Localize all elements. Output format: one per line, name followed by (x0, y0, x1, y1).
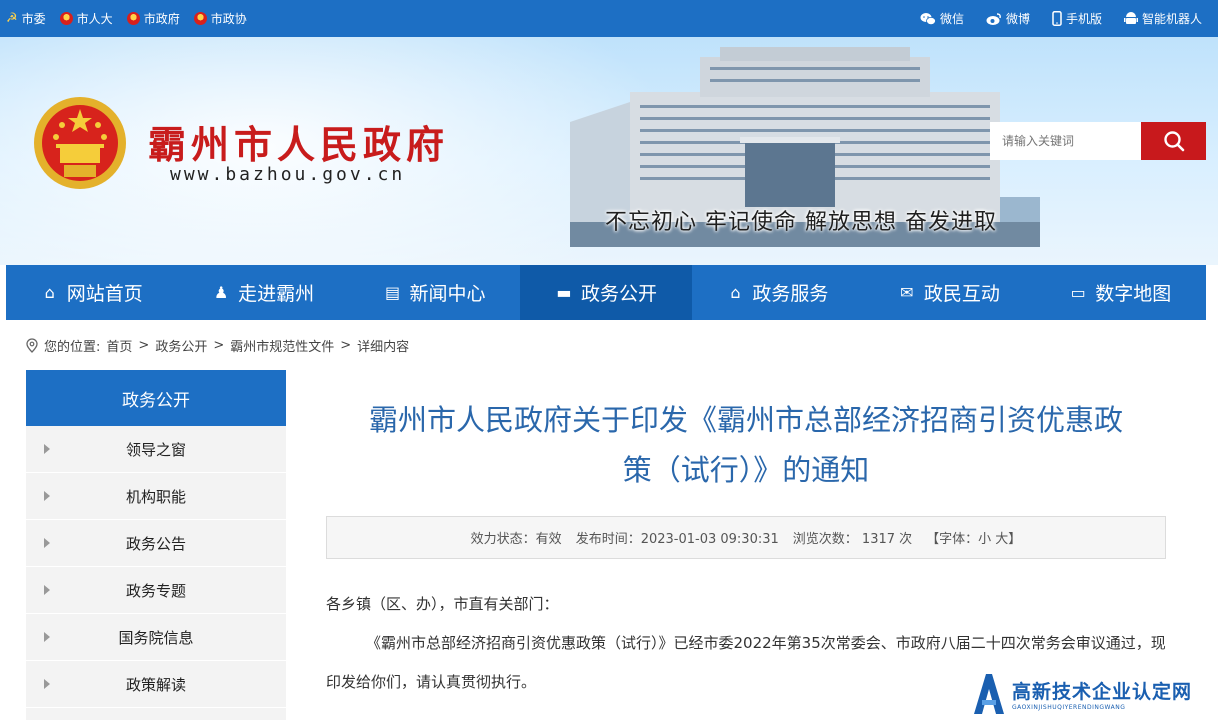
document-icon: ▤ (384, 283, 401, 302)
mail-icon: ✉ (900, 283, 914, 302)
caret-right-icon (44, 632, 50, 642)
header-banner: 霸州市人民政府 www.bazhou.gov.cn 不忘初心 牢记使命 解放思想… (0, 37, 1218, 265)
monitor-icon: ▭ (1070, 283, 1086, 302)
search-button[interactable] (1141, 122, 1206, 160)
meta-status: 效力状态：有效 (470, 532, 562, 547)
search-box (990, 122, 1206, 160)
person-pin-icon: ♟ (213, 283, 229, 302)
nav-item-gov-affairs[interactable]: ▬ 政务公开 (520, 265, 692, 320)
party-emblem-icon: ☭ (6, 11, 18, 26)
main-nav: ⌂ 网站首页 ♟ 走进霸州 ▤ 新闻中心 ▬ 政务公开 ⌂ 政务服务 ✉ 政民互… (6, 265, 1206, 320)
watermark: 高新技术企业认定网 GAOXINJISHUQIYERENDINGWANG (970, 668, 1218, 720)
font-size-toggle[interactable]: 【字体：小 大】 (926, 528, 1021, 547)
nav-item-digital-map[interactable]: ▭ 数字地图 (1035, 265, 1206, 320)
nav-item-interaction[interactable]: ✉ 政民互动 (863, 265, 1034, 320)
slogan: 不忘初心 牢记使命 解放思想 奋发进取 (605, 210, 997, 235)
top-bar: ☭ 市委 市人大 市政府 市政协 微信 微博 手机版 智能机器人 (0, 0, 1218, 37)
sidebar-item-functions[interactable]: 机构职能 (26, 473, 286, 520)
article-paragraph: 各乡镇（区、办），市直有关部门： (326, 595, 559, 613)
sidebar-item-state-council[interactable]: 国务院信息 (26, 614, 286, 661)
top-link-cppcc[interactable]: 市政协 (193, 10, 247, 27)
wechat-icon (920, 12, 936, 25)
search-input[interactable] (990, 122, 1141, 160)
national-emblem-logo (34, 97, 126, 189)
home-icon: ⌂ (730, 283, 741, 302)
robot-link[interactable]: 智能机器人 (1123, 10, 1202, 27)
sidebar-item-policy-interpretation[interactable]: 政策解读 (26, 661, 286, 708)
article-title: 霸州市人民政府关于印发《霸州市总部经济招商引资优惠政 策（试行）》的通知 (326, 395, 1166, 495)
breadcrumb-home[interactable]: 首页 (106, 336, 132, 355)
watermark-text: 高新技术企业认定网 GAOXINJISHUQIYERENDINGWANG (1012, 677, 1192, 711)
android-robot-icon (1123, 12, 1138, 24)
wechat-link[interactable]: 微信 (920, 10, 964, 27)
nav-item-home[interactable]: ⌂ 网站首页 (6, 265, 177, 320)
breadcrumb-sep: > (138, 337, 150, 353)
cppcc-emblem-icon (193, 12, 207, 25)
national-emblem-icon (126, 12, 140, 25)
sidebar-item-announcements[interactable]: 政务公告 (26, 520, 286, 567)
article-title-line: 霸州市人民政府关于印发《霸州市总部经济招商引资优惠政 (368, 403, 1123, 437)
breadcrumb-prefix: 您的位置: (44, 339, 101, 355)
caret-right-icon (44, 444, 50, 454)
sidebar-title: 政务公开 (26, 370, 286, 426)
top-link-congress[interactable]: 市人大 (59, 10, 113, 27)
top-link-party-committee[interactable]: ☭ 市委 (6, 10, 46, 27)
mobile-link[interactable]: 手机版 (1052, 10, 1102, 27)
caret-right-icon (44, 538, 50, 548)
watermark-logo-icon (974, 674, 1004, 714)
breadcrumb-sep: > (213, 337, 225, 353)
meta-publish-date: 发布时间：2023-01-03 09:30:31 (575, 532, 779, 547)
caret-right-icon (44, 491, 50, 501)
meta-views: 浏览次数： 1317 次 (792, 532, 913, 547)
top-links: ☭ 市委 市人大 市政府 市政协 (6, 0, 247, 37)
sidebar: 政务公开 领导之窗 机构职能 政务公告 政务专题 国务院信息 政策解读 (26, 370, 286, 720)
breadcrumb: 您的位置: 首页 > 政务公开 > 霸州市规范性文件 > 详细内容 (26, 334, 409, 356)
home-icon: ⌂ (44, 283, 55, 302)
top-tools: 微信 微博 手机版 智能机器人 (920, 0, 1202, 37)
watermark-main: 高新技术企业认定网 (1012, 681, 1193, 703)
site-name: 霸州市人民政府 (148, 122, 450, 167)
site-url: www.bazhou.gov.cn (170, 164, 406, 185)
breadcrumb-sep: > (340, 337, 352, 353)
location-pin-icon (26, 337, 38, 353)
sidebar-item-leadership[interactable]: 领导之窗 (26, 426, 286, 473)
nav-item-gov-services[interactable]: ⌂ 政务服务 (692, 265, 863, 320)
weibo-icon (986, 12, 1001, 25)
caret-right-icon (44, 679, 50, 689)
caret-right-icon (44, 585, 50, 595)
nav-item-about-bazhou[interactable]: ♟ 走进霸州 (177, 265, 348, 320)
weibo-link[interactable]: 微博 (986, 10, 1030, 27)
mobile-phone-icon (1052, 11, 1062, 26)
top-link-government[interactable]: 市政府 (126, 10, 180, 27)
breadcrumb-gov-affairs[interactable]: 政务公开 (155, 336, 207, 355)
breadcrumb-current: 详细内容 (357, 339, 410, 355)
nav-item-news[interactable]: ▤ 新闻中心 (349, 265, 520, 320)
national-emblem-icon (59, 12, 73, 25)
sidebar-item-topics[interactable]: 政务专题 (26, 567, 286, 614)
watermark-sub: GAOXINJISHUQIYERENDINGWANG (1012, 704, 1126, 711)
breadcrumb-normative-docs[interactable]: 霸州市规范性文件 (230, 336, 334, 355)
article-title-line: 策（试行）》的通知 (622, 453, 870, 487)
search-icon (1163, 131, 1184, 152)
article-meta: 效力状态：有效 发布时间：2023-01-03 09:30:31 浏览次数： 1… (326, 516, 1166, 559)
folder-icon: ▬ (556, 283, 572, 302)
